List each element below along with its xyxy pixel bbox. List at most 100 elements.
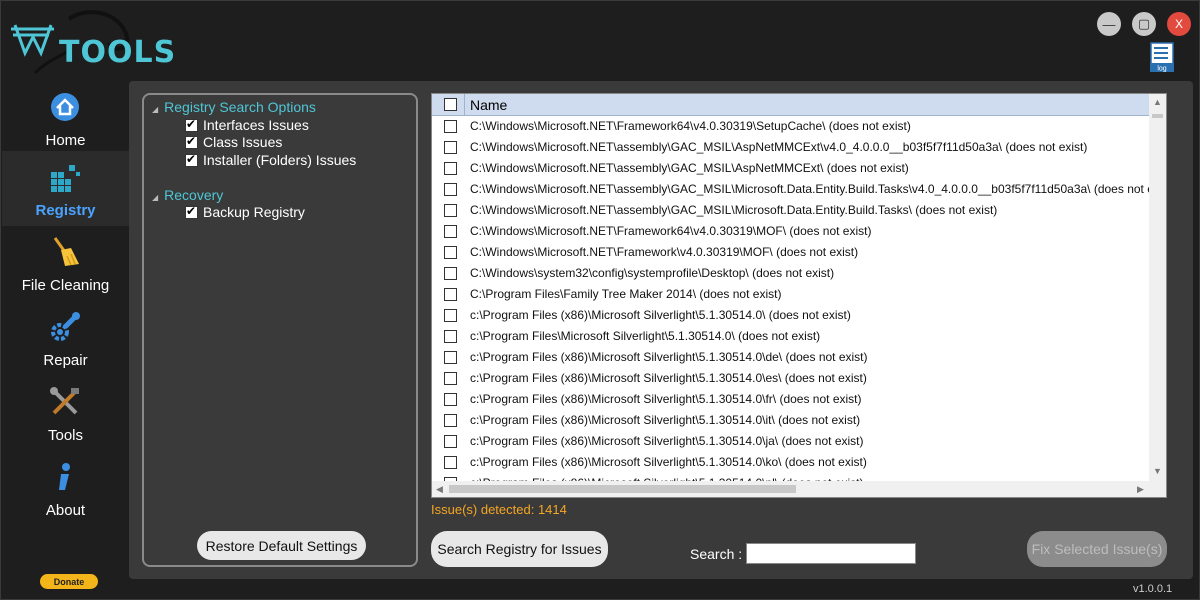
- close-button[interactable]: X: [1167, 12, 1191, 36]
- sidebar-item-label: Home: [45, 132, 86, 149]
- list-item[interactable]: c:\Program Files (x86)\Microsoft Silverl…: [432, 347, 1150, 368]
- list-item[interactable]: c:\Program Files (x86)\Microsoft Silverl…: [432, 389, 1150, 410]
- search-label: Search :: [690, 546, 743, 562]
- recovery-group[interactable]: ◢ Recovery: [152, 187, 223, 203]
- row-path: C:\Program Files\Family Tree Maker 2014\…: [470, 287, 782, 301]
- minimize-button[interactable]: —: [1097, 12, 1121, 36]
- issues-list: Name C:\Windows\Microsoft.NET\Framework6…: [431, 93, 1167, 498]
- list-header: Name: [432, 94, 1150, 116]
- interfaces-issues-option[interactable]: Interfaces Issues: [185, 117, 309, 133]
- broom-icon: [49, 236, 81, 268]
- option-label: Class Issues: [203, 134, 283, 150]
- sidebar-item-about[interactable]: About: [2, 451, 129, 526]
- scroll-left-icon[interactable]: ◀: [436, 484, 443, 495]
- option-label: Backup Registry: [203, 204, 305, 220]
- issues-detected-count: Issue(s) detected: 1414: [431, 502, 567, 517]
- row-checkbox[interactable]: [444, 309, 457, 322]
- donate-button[interactable]: Donate: [40, 574, 98, 589]
- row-path: C:\Windows\Microsoft.NET\assembly\GAC_MS…: [470, 182, 1150, 196]
- list-item[interactable]: c:\Program Files (x86)\Microsoft Silverl…: [432, 452, 1150, 473]
- search-options-group[interactable]: ◢ Registry Search Options: [152, 99, 316, 115]
- row-checkbox[interactable]: [444, 351, 457, 364]
- search-registry-button[interactable]: Search Registry for Issues: [431, 531, 608, 567]
- select-all-checkbox[interactable]: [444, 98, 457, 111]
- row-checkbox[interactable]: [444, 393, 457, 406]
- row-path: C:\Windows\Microsoft.NET\Framework64\v4.…: [470, 224, 872, 238]
- list-item[interactable]: C:\Windows\Microsoft.NET\Framework64\v4.…: [432, 221, 1150, 242]
- scroll-up-icon[interactable]: ▲: [1153, 97, 1162, 107]
- option-label: Installer (Folders) Issues: [203, 152, 357, 168]
- row-checkbox[interactable]: [444, 141, 457, 154]
- scroll-right-icon[interactable]: ▶: [1137, 484, 1144, 495]
- scroll-down-icon[interactable]: ▼: [1153, 466, 1162, 476]
- class-issues-option[interactable]: Class Issues: [185, 134, 282, 150]
- row-checkbox[interactable]: [444, 414, 457, 427]
- row-checkbox[interactable]: [444, 204, 457, 217]
- list-item[interactable]: C:\Windows\system32\config\systemprofile…: [432, 263, 1150, 284]
- row-checkbox[interactable]: [444, 267, 457, 280]
- sidebar-item-label: About: [45, 502, 86, 519]
- log-file-icon[interactable]: log: [1148, 42, 1176, 74]
- main-panel: ◢ Registry Search Options Interfaces Issu…: [129, 81, 1193, 579]
- list-item[interactable]: C:\Program Files\Family Tree Maker 2014\…: [432, 284, 1150, 305]
- row-checkbox[interactable]: [444, 225, 457, 238]
- option-label: Interfaces Issues: [203, 117, 309, 133]
- row-checkbox[interactable]: [444, 120, 457, 133]
- sidebar-item-home[interactable]: Home: [2, 81, 129, 156]
- backup-registry-checkbox[interactable]: [185, 204, 198, 219]
- list-item[interactable]: c:\Program Files (x86)\Microsoft Silverl…: [432, 305, 1150, 326]
- fix-selected-button[interactable]: Fix Selected Issue(s): [1027, 531, 1167, 567]
- list-item[interactable]: C:\Windows\Microsoft.NET\assembly\GAC_MS…: [432, 137, 1150, 158]
- row-path: c:\Program Files (x86)\Microsoft Silverl…: [470, 371, 867, 385]
- sidebar-item-label: Tools: [47, 427, 84, 444]
- restore-defaults-button[interactable]: Restore Default Settings: [197, 531, 366, 560]
- sidebar-item-label: File Cleaning: [21, 277, 110, 294]
- registry-icon: [49, 161, 81, 193]
- list-item[interactable]: C:\Windows\Microsoft.NET\Framework\v4.0.…: [432, 242, 1150, 263]
- row-path: c:\Program Files (x86)\Microsoft Silverl…: [470, 392, 862, 406]
- row-checkbox[interactable]: [444, 372, 457, 385]
- list-item[interactable]: c:\Program Files\Microsoft Silverlight\5…: [432, 326, 1150, 347]
- row-checkbox[interactable]: [444, 435, 457, 448]
- row-checkbox[interactable]: [444, 246, 457, 259]
- row-checkbox[interactable]: [444, 330, 457, 343]
- horizontal-scrollbar[interactable]: ◀ ▶: [432, 481, 1150, 497]
- sidebar-item-registry[interactable]: Registry: [2, 151, 129, 226]
- row-checkbox[interactable]: [444, 288, 457, 301]
- installer-issues-checkbox[interactable]: [185, 152, 198, 167]
- sidebar-item-label: Repair: [43, 352, 88, 369]
- installer-issues-option[interactable]: Installer (Folders) Issues: [185, 152, 356, 168]
- sidebar-item-tools[interactable]: Tools: [2, 376, 129, 451]
- header-divider: [464, 94, 465, 116]
- vertical-scrollbar[interactable]: ▲ ▼: [1149, 94, 1166, 483]
- list-item[interactable]: C:\Windows\Microsoft.NET\Framework64\v4.…: [432, 116, 1150, 137]
- name-column-header[interactable]: Name: [470, 97, 507, 113]
- interfaces-issues-checkbox[interactable]: [185, 117, 198, 132]
- list-item[interactable]: c:\Program Files (x86)\Microsoft Silverl…: [432, 410, 1150, 431]
- maximize-button[interactable]: ▢: [1132, 12, 1156, 36]
- row-path: c:\Program Files (x86)\Microsoft Silverl…: [470, 413, 861, 427]
- list-item[interactable]: c:\Program Files (x86)\Microsoft Silverl…: [432, 431, 1150, 452]
- row-checkbox[interactable]: [444, 456, 457, 469]
- sidebar-item-label: Registry: [35, 202, 96, 219]
- scrollbar-corner: [1149, 481, 1166, 497]
- scroll-thumb[interactable]: [1152, 114, 1163, 118]
- app-window: TOOLS — ▢ X log Home Registry File Clean…: [0, 0, 1200, 600]
- sidebar-item-file-cleaning[interactable]: File Cleaning: [2, 226, 129, 301]
- sidebar-item-repair[interactable]: Repair: [2, 301, 129, 376]
- list-item[interactable]: C:\Windows\Microsoft.NET\assembly\GAC_MS…: [432, 158, 1150, 179]
- search-input[interactable]: [746, 543, 916, 564]
- row-path: c:\Program Files\Microsoft Silverlight\5…: [470, 329, 821, 343]
- class-issues-checkbox[interactable]: [185, 134, 198, 149]
- scroll-thumb[interactable]: [449, 485, 796, 493]
- row-checkbox[interactable]: [444, 162, 457, 175]
- wrench-gear-icon: [49, 311, 81, 343]
- backup-registry-option[interactable]: Backup Registry: [185, 204, 305, 220]
- row-path: C:\Windows\Microsoft.NET\Framework\v4.0.…: [470, 245, 859, 259]
- row-checkbox[interactable]: [444, 183, 457, 196]
- list-item[interactable]: C:\Windows\Microsoft.NET\assembly\GAC_MS…: [432, 179, 1150, 200]
- row-path: c:\Program Files (x86)\Microsoft Silverl…: [470, 350, 868, 364]
- list-item[interactable]: C:\Windows\Microsoft.NET\assembly\GAC_MS…: [432, 200, 1150, 221]
- row-path: C:\Windows\Microsoft.NET\assembly\GAC_MS…: [470, 161, 909, 175]
- list-item[interactable]: c:\Program Files (x86)\Microsoft Silverl…: [432, 368, 1150, 389]
